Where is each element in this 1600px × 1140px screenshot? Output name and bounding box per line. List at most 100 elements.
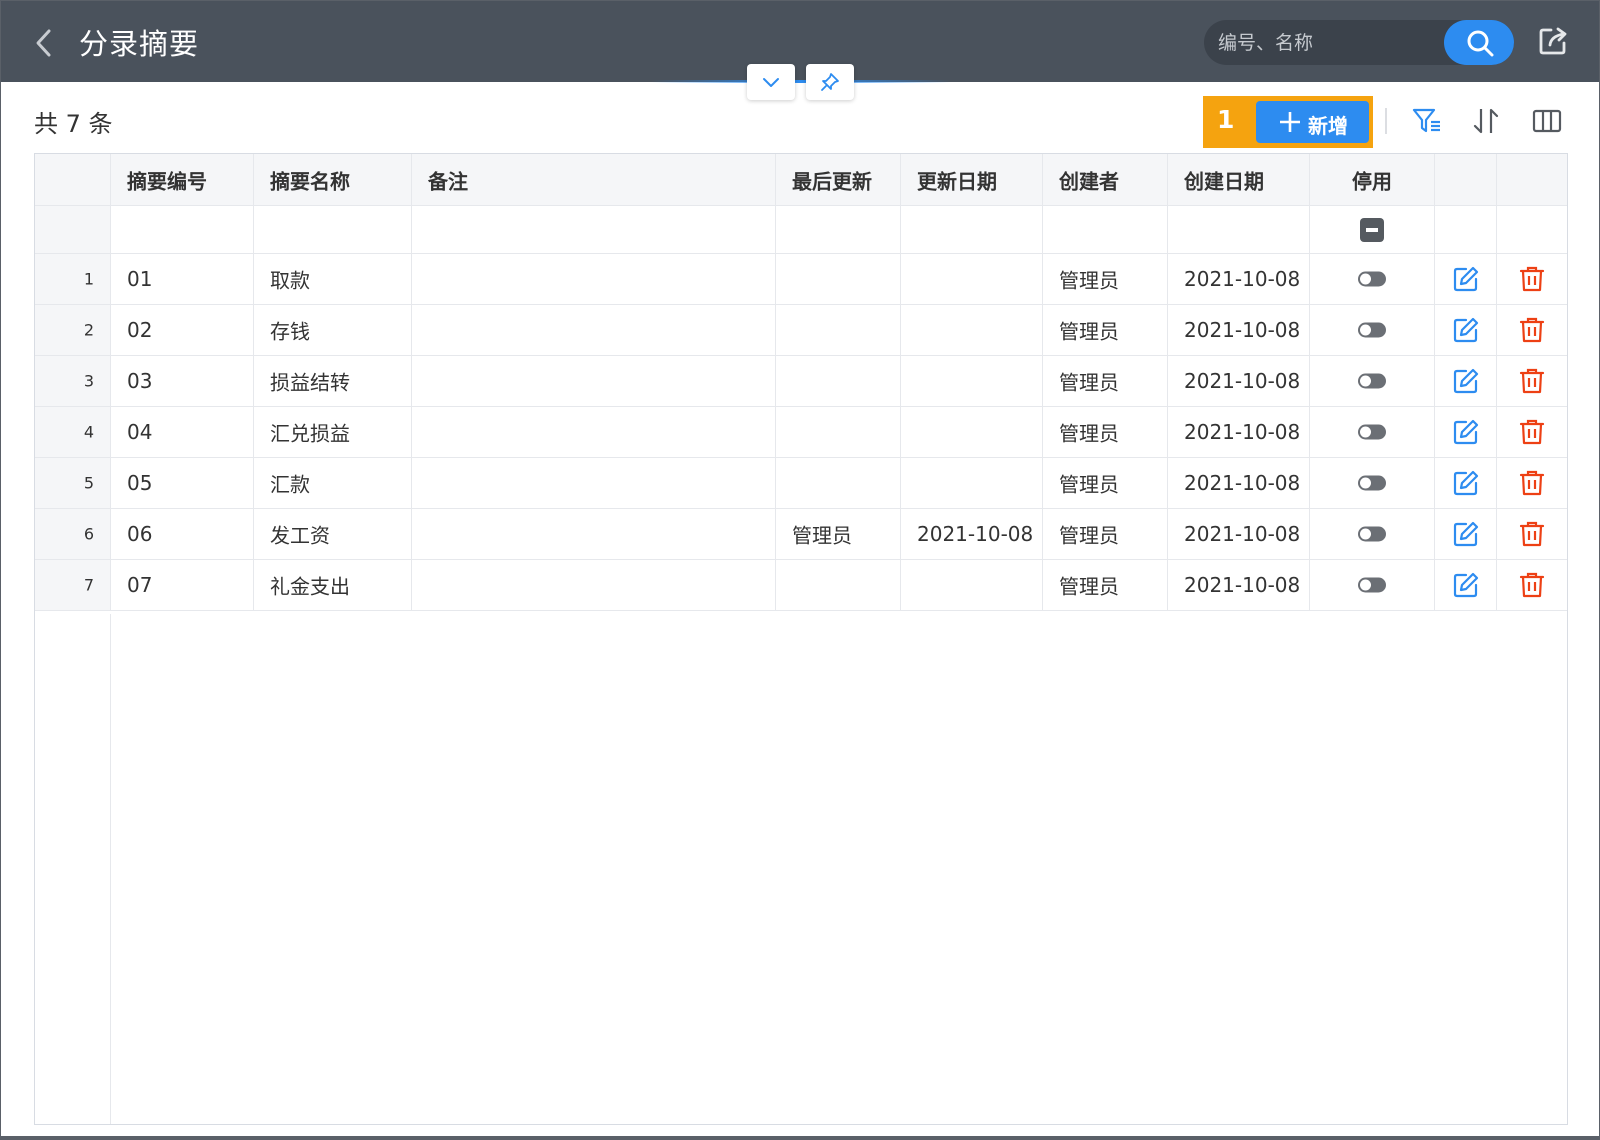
disabled-toggle[interactable]: [1358, 526, 1386, 542]
filter-creator[interactable]: [1043, 206, 1168, 253]
chevron-down-icon: [763, 78, 779, 87]
edit-button[interactable]: [1452, 520, 1480, 548]
disabled-filter-checkbox[interactable]: [1360, 217, 1384, 242]
disabled-toggle[interactable]: [1358, 424, 1386, 440]
cell-last-updated: [776, 254, 901, 304]
disabled-toggle[interactable]: [1358, 475, 1386, 491]
edit-button[interactable]: [1452, 367, 1480, 395]
delete-button[interactable]: [1518, 469, 1546, 497]
table-row[interactable]: 1 01 取款 管理员 2021-10-08: [35, 254, 1567, 305]
search-box: [1204, 20, 1514, 65]
header-accent-line: [651, 80, 951, 83]
cell-remark: [412, 407, 776, 457]
edit-icon: [1453, 521, 1478, 547]
cell-last-updated: [776, 356, 901, 406]
cell-creator: 管理员: [1043, 356, 1168, 406]
table-row[interactable]: 4 04 汇兑损益 管理员 2021-10-08: [35, 407, 1567, 458]
delete-button[interactable]: [1518, 418, 1546, 446]
cell-delete: [1497, 458, 1567, 508]
columns-button[interactable]: [1531, 105, 1563, 137]
cell-name: 发工资: [254, 509, 412, 559]
toolbar-divider: [1385, 108, 1387, 134]
edit-icon: [1453, 266, 1478, 292]
cell-update-date: [901, 356, 1043, 406]
cell-update-date: [901, 458, 1043, 508]
sort-button[interactable]: [1470, 105, 1502, 137]
trash-icon: [1519, 317, 1545, 343]
cell-name: 取款: [254, 254, 412, 304]
filter-code[interactable]: [111, 206, 254, 253]
cell-update-date: [901, 305, 1043, 355]
cell-row-number: 3: [35, 356, 111, 406]
cell-name: 汇款: [254, 458, 412, 508]
search-input[interactable]: [1218, 20, 1438, 65]
column-header-creator[interactable]: 创建者: [1043, 154, 1168, 205]
trash-icon: [1519, 419, 1545, 445]
edit-button[interactable]: [1452, 265, 1480, 293]
delete-button[interactable]: [1518, 265, 1546, 293]
cell-update-date: [901, 254, 1043, 304]
delete-button[interactable]: [1518, 571, 1546, 599]
column-header-remark[interactable]: 备注: [412, 154, 776, 205]
table-row[interactable]: 3 03 损益结转 管理员 2021-10-08: [35, 356, 1567, 407]
edit-button[interactable]: [1452, 571, 1480, 599]
cell-delete: [1497, 560, 1567, 610]
filter-remark[interactable]: [412, 206, 776, 253]
filter-button[interactable]: [1411, 105, 1443, 137]
column-header-update-date[interactable]: 更新日期: [901, 154, 1043, 205]
cell-edit: [1435, 254, 1497, 304]
cell-edit: [1435, 509, 1497, 559]
delete-button[interactable]: [1518, 316, 1546, 344]
cell-row-number: 1: [35, 254, 111, 304]
table-row[interactable]: 6 06 发工资 管理员 2021-10-08 管理员 2021-10-08: [35, 509, 1567, 560]
page-title: 分录摘要: [79, 27, 200, 61]
disabled-toggle[interactable]: [1358, 271, 1386, 287]
cell-create-date: 2021-10-08: [1168, 254, 1310, 304]
delete-button[interactable]: [1518, 520, 1546, 548]
column-header-name[interactable]: 摘要名称: [254, 154, 412, 205]
column-header-edit: [1435, 154, 1497, 205]
export-button[interactable]: [1537, 25, 1569, 57]
edit-button[interactable]: [1452, 316, 1480, 344]
total-count: 共 7 条: [34, 110, 113, 138]
disabled-toggle[interactable]: [1358, 577, 1386, 593]
cell-remark: [412, 254, 776, 304]
filter-update-date[interactable]: [901, 206, 1043, 253]
cell-delete: [1497, 509, 1567, 559]
cell-disabled: [1310, 356, 1435, 406]
cell-create-date: 2021-10-08: [1168, 407, 1310, 457]
cell-creator: 管理员: [1043, 254, 1168, 304]
table-row[interactable]: 7 07 礼金支出 管理员 2021-10-08: [35, 560, 1567, 611]
cell-code: 04: [111, 407, 254, 457]
disabled-toggle[interactable]: [1358, 373, 1386, 389]
cell-row-number: 7: [35, 560, 111, 610]
delete-button[interactable]: [1518, 367, 1546, 395]
cell-code: 07: [111, 560, 254, 610]
pin-button[interactable]: [806, 64, 854, 100]
chevron-left-icon: [36, 29, 51, 57]
add-button[interactable]: 新增: [1256, 101, 1369, 143]
cell-disabled: [1310, 305, 1435, 355]
column-header-code[interactable]: 摘要编号: [111, 154, 254, 205]
cell-remark: [412, 560, 776, 610]
filter-last-updated[interactable]: [776, 206, 901, 253]
column-header-disabled[interactable]: 停用: [1310, 154, 1435, 205]
column-header-last-updated[interactable]: 最后更新: [776, 154, 901, 205]
edit-icon: [1453, 470, 1478, 496]
table-row[interactable]: 2 02 存钱 管理员 2021-10-08: [35, 305, 1567, 356]
back-button[interactable]: [29, 25, 59, 61]
table-row[interactable]: 5 05 汇款 管理员 2021-10-08: [35, 458, 1567, 509]
column-header-create-date[interactable]: 创建日期: [1168, 154, 1310, 205]
collapse-button[interactable]: [747, 64, 795, 100]
filter-create-date[interactable]: [1168, 206, 1310, 253]
filter-row: [35, 206, 1567, 254]
cell-remark: [412, 458, 776, 508]
search-icon: [1467, 30, 1494, 57]
cell-edit: [1435, 458, 1497, 508]
edit-button[interactable]: [1452, 469, 1480, 497]
cell-disabled: [1310, 407, 1435, 457]
disabled-toggle[interactable]: [1358, 322, 1386, 338]
edit-button[interactable]: [1452, 418, 1480, 446]
search-button[interactable]: [1444, 20, 1514, 65]
filter-name[interactable]: [254, 206, 412, 253]
